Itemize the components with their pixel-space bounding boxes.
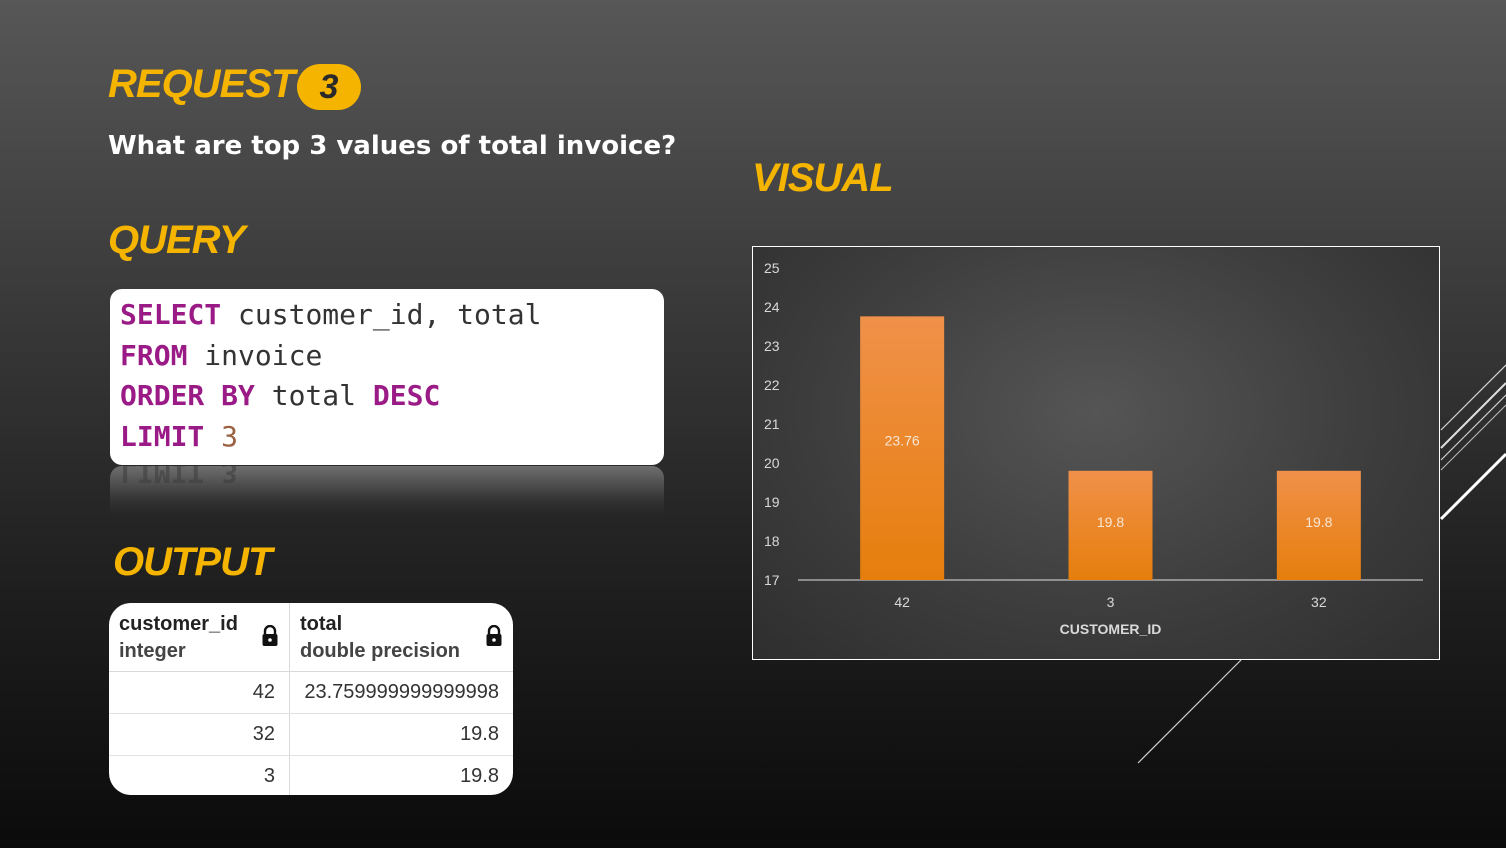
sql-query-box: SELECT customer_id, total FROM invoice ORD… — [110, 289, 664, 465]
bar-chart-panel: 17 18 19 20 21 22 23 24 25 23.76 42 19.8 3 19.8 32 CUST… — [752, 246, 1440, 660]
cell-total: 19.8 — [289, 713, 513, 756]
column-header-customer-id[interactable]: customer_id integer — [109, 603, 290, 672]
output-table-card: customer_id integer total double precisi… — [109, 603, 513, 795]
column-header-total[interactable]: total double precision — [289, 603, 513, 672]
request-number-badge: 3 — [297, 64, 361, 110]
y-tick-label: 21 — [764, 416, 780, 432]
query-heading: QUERY — [108, 218, 246, 262]
data-label: 19.8 — [1097, 514, 1124, 530]
cell-total: 19.8 — [460, 765, 499, 787]
y-tick-label: 17 — [764, 572, 780, 588]
request-question: What are top 3 values of total invoice? — [108, 131, 677, 161]
sql-number: 3 — [221, 419, 239, 453]
y-tick-label: 20 — [764, 455, 780, 471]
output-table: customer_id integer total double precisi… — [109, 603, 513, 795]
data-label: 19.8 — [1305, 514, 1332, 530]
table-row[interactable]: 32 19.8 — [109, 713, 513, 756]
lock-icon — [262, 625, 278, 646]
sql-line: FROM invoice — [120, 336, 664, 377]
x-axis-title: CUSTOMER_ID — [1060, 621, 1162, 637]
sql-query-reflection: LIMIT 3 — [110, 466, 664, 514]
table-row[interactable]: 3 19.8 — [109, 755, 513, 795]
column-name: customer_id — [119, 613, 238, 635]
y-tick-label: 22 — [764, 377, 780, 393]
sql-keyword: LIMIT — [120, 419, 205, 453]
column-type: double precision — [300, 640, 461, 662]
column-name: total — [300, 613, 343, 635]
cell-customer-id: 42 — [109, 671, 290, 714]
sql-identifier — [204, 420, 221, 453]
cell-customer-id: 3 — [109, 755, 290, 795]
sql-identifier: invoice — [187, 338, 323, 372]
data-label: 23.76 — [885, 432, 920, 448]
x-tick-label: 3 — [1107, 594, 1115, 610]
lock-icon — [486, 625, 502, 646]
column-type: integer — [119, 640, 186, 662]
table-row[interactable]: 42 23.759999999999998 — [109, 671, 513, 714]
x-tick-label: 32 — [1311, 594, 1327, 610]
y-tick-label: 25 — [764, 260, 780, 276]
sql-keyword: FROM — [120, 338, 188, 372]
y-tick-label: 19 — [764, 494, 780, 510]
bar-chart: 17 18 19 20 21 22 23 24 25 23.76 42 19.8 3 19.8 32 CUST… — [764, 260, 1423, 637]
output-heading: OUTPUT — [113, 540, 272, 584]
x-tick-label: 42 — [894, 594, 910, 610]
sql-identifier: total — [254, 379, 373, 412]
y-tick-label: 18 — [764, 533, 780, 549]
y-tick-label: 24 — [764, 299, 780, 315]
cell-customer-id: 32 — [109, 713, 290, 756]
sql-line: SELECT customer_id, total — [120, 295, 664, 336]
sql-keyword: SELECT — [120, 298, 222, 331]
sql-line: ORDER BY total DESC — [120, 376, 664, 417]
reflection-text: LIMIT 3 — [120, 466, 239, 489]
y-tick-label: 23 — [764, 338, 780, 354]
sql-keyword: ORDER BY — [120, 379, 255, 412]
visual-heading: VISUAL — [752, 156, 894, 200]
sql-identifier: customer_id, total — [221, 298, 542, 331]
cell-total: 23.759999999999998 — [289, 671, 513, 714]
request-heading: REQUEST — [108, 62, 295, 106]
sql-line: LIMIT 3 — [120, 417, 664, 458]
sql-keyword: DESC — [372, 379, 441, 412]
